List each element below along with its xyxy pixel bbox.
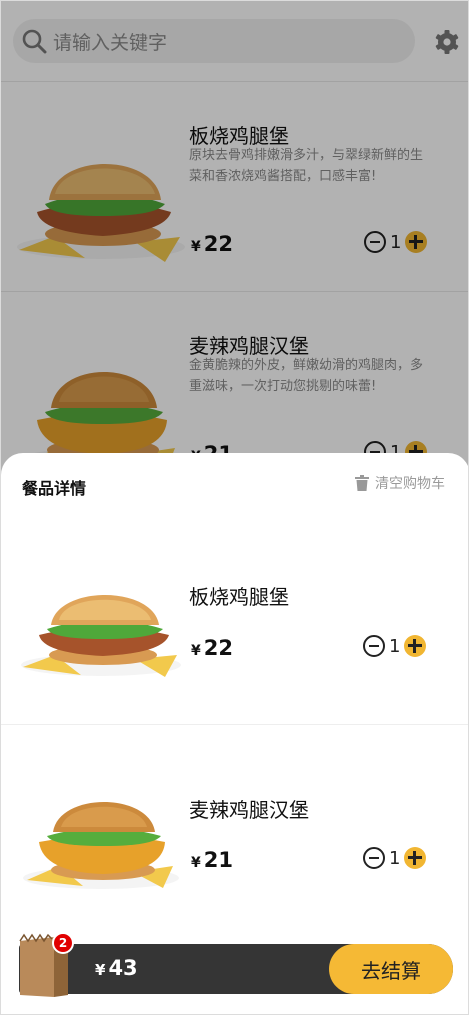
quantity-stepper: 1 [363,847,427,869]
cart-item-price: ¥ 21 [191,848,233,872]
total-value: 43 [108,956,138,980]
cart-total: ¥ 43 [95,956,138,980]
quantity-stepper: 1 [363,635,427,657]
price-symbol: ¥ [191,855,201,871]
checkout-button[interactable]: 去结算 [329,944,453,994]
app-page: 请输入关键字 板烧鸡腿堡 原块去骨鸡排嫩滑多汁，与翠绿新鲜的生菜和香浓烧鸡酱搭配… [0,0,469,1015]
quantity-value: 1 [389,635,401,657]
trash-icon [355,475,369,491]
price-value: 21 [203,848,233,872]
cart-item: 板烧鸡腿堡 ¥ 22 1 [1,513,468,725]
clear-cart-label: 清空购物车 [375,476,445,492]
price-symbol: ¥ [191,643,201,659]
sheet-title: 餐品详情 [22,479,87,498]
clear-cart-button[interactable]: 清空购物车 [355,473,445,493]
total-symbol: ¥ [95,961,106,979]
cart-item: 麦辣鸡腿汉堡 ¥ 21 1 [1,726,468,938]
cart-item-title: 板烧鸡腿堡 [189,585,289,609]
minus-icon[interactable] [363,635,385,657]
checkout-bar: ¥ 43 去结算 [19,944,453,994]
plus-icon[interactable] [404,635,427,657]
burger-image [23,802,179,889]
cart-item-title: 麦辣鸡腿汉堡 [189,798,309,822]
plus-icon[interactable] [404,847,427,869]
cart-count-badge: 2 [52,932,74,954]
cart-item-price: ¥ 22 [191,636,233,660]
price-value: 22 [203,636,233,660]
quantity-value: 1 [389,847,401,869]
cart-sheet: 餐品详情 清空购物车 板烧鸡腿堡 ¥ 22 1 麦辣鸡腿汉堡 ¥ 21 1 [1,453,468,1014]
burger-image [21,595,181,677]
minus-icon[interactable] [363,847,385,869]
